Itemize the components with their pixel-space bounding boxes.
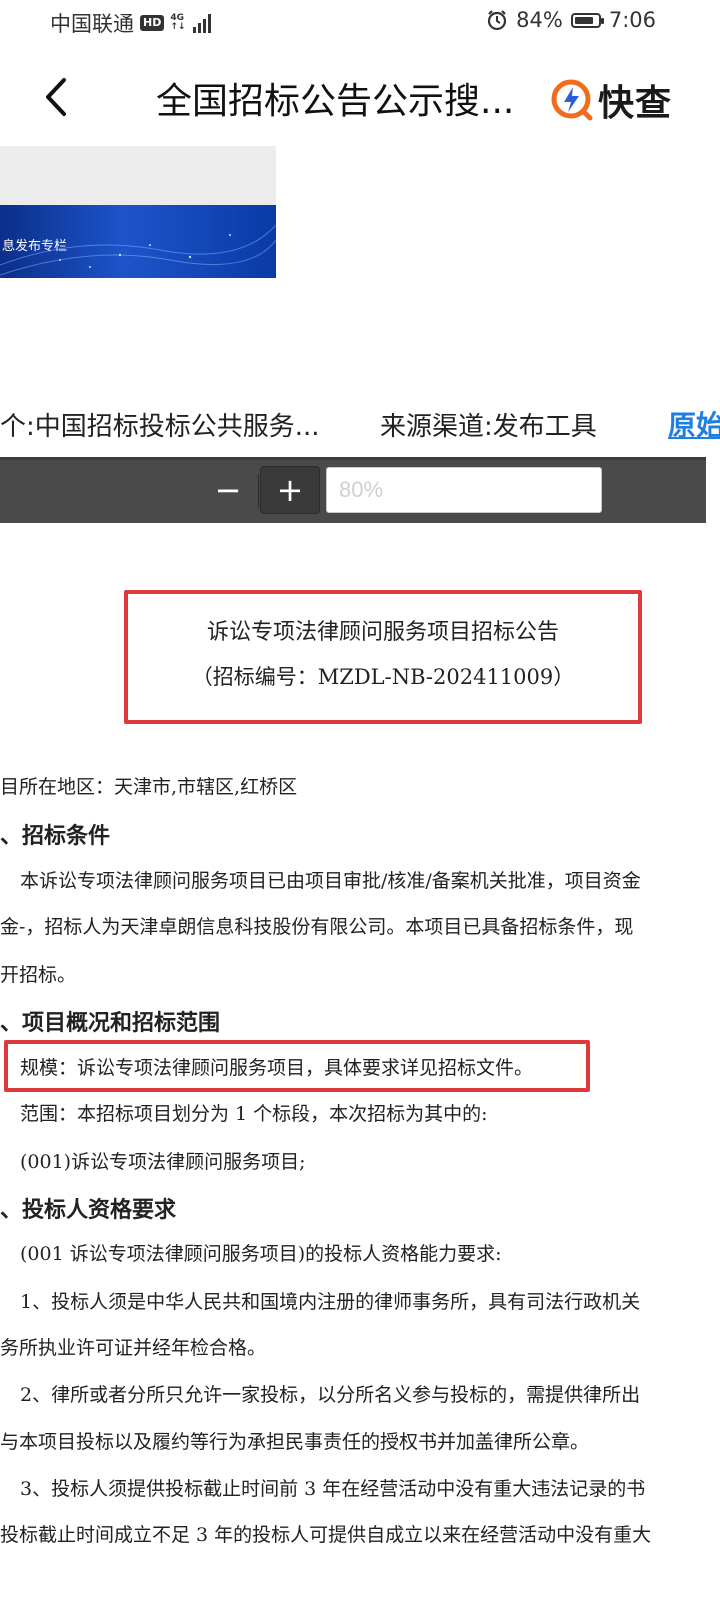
page-title: 全国招标公告公示搜...	[156, 81, 515, 122]
banner-top-strip	[0, 146, 276, 206]
network-activity: ↑↓	[170, 22, 186, 32]
signal-icon	[193, 13, 212, 33]
status-bar-right: 84% 7:06	[486, 8, 656, 32]
clock: 7:06	[608, 8, 656, 32]
project-scale: 规模：诉讼专项法律顾问服务项目，具体要求详见招标文件。	[20, 1057, 534, 1079]
lightning-q-icon	[551, 79, 593, 121]
brand-logo[interactable]: 快查	[550, 74, 672, 126]
battery-level-fill	[574, 16, 593, 24]
zoom-level-input[interactable]: 80%	[326, 467, 602, 513]
battery-icon	[570, 12, 604, 28]
paragraph-line: 3、投标人须提供投标截止时间前 3 年在经营活动中没有重大违法记录的书	[20, 1478, 646, 1500]
zoom-in-button[interactable]: +	[260, 466, 320, 514]
paragraph-line: 1、投标人须是中华人民共和国境内注册的律师事务所，具有司法行政机关	[20, 1291, 641, 1313]
section-heading-qualifications: 、投标人资格要求	[0, 1198, 177, 1223]
status-bar-left: 中国联通 HD 4G ↑↓	[50, 8, 212, 38]
paragraph-line: 与本项目投标以及履约等行为承担民事责任的授权书并加盖律所公章。	[0, 1431, 590, 1453]
project-region: 目所在地区：天津市,市辖区,红桥区	[0, 776, 298, 798]
alarm-icon	[488, 10, 507, 31]
section-heading-overview: 、项目概况和招标范围	[0, 1011, 221, 1036]
paragraph-line: 务所执业许可证并经年检合格。	[0, 1337, 267, 1359]
source-channel: 来源渠道:发布工具	[380, 412, 597, 442]
toolbar-divider	[258, 474, 259, 508]
paragraph-line: 开招标。	[0, 964, 77, 986]
brand-name: 快查	[598, 83, 673, 124]
battery-percent: 84%	[516, 8, 563, 32]
tender-number: （招标编号：MZDL-NB-202411009）	[191, 665, 575, 689]
paragraph-line: 金-，招标人为天津卓朗信息科技股份有限公司。本项目已具备招标条件，现	[0, 916, 634, 938]
lot-item: (001)诉讼专项法律顾问服务项目;	[20, 1151, 306, 1173]
paragraph-line: 本诉讼专项法律顾问服务项目已由项目审批/核准/备案机关批准，项目资金	[20, 870, 641, 892]
paragraph-line: 投标截止时间成立不足 3 年的投标人可提供自成立以来在经营活动中没有重大	[0, 1524, 652, 1546]
source-publisher: 个:中国招标投标公共服务...	[0, 412, 320, 442]
title-highlight-box	[124, 590, 642, 724]
hd-badge: HD	[140, 15, 165, 31]
network-type: 4G ↑↓	[170, 14, 185, 32]
banner-caption: 息发布专栏	[2, 239, 68, 254]
qualification-intro: (001 诉讼专项法律顾问服务项目)的投标人资格能力要求:	[20, 1243, 502, 1265]
project-range: 范围：本招标项目划分为 1 个标段，本次招标为其中的:	[20, 1103, 488, 1125]
original-link[interactable]: 原始	[668, 404, 720, 444]
chevron-left-icon	[46, 78, 66, 116]
paragraph-line: 2、律所或者分所只允许一家投标，以分所名义参与投标的，需提供律所出	[20, 1384, 641, 1406]
back-button[interactable]	[38, 74, 78, 120]
banner-image: 息发布专栏	[0, 205, 276, 278]
document-title: 诉讼专项法律顾问服务项目招标公告	[206, 620, 559, 645]
zoom-out-button[interactable]: −	[206, 470, 250, 512]
carrier-name: 中国联通	[50, 12, 134, 36]
section-heading-conditions: 、招标条件	[0, 824, 111, 849]
